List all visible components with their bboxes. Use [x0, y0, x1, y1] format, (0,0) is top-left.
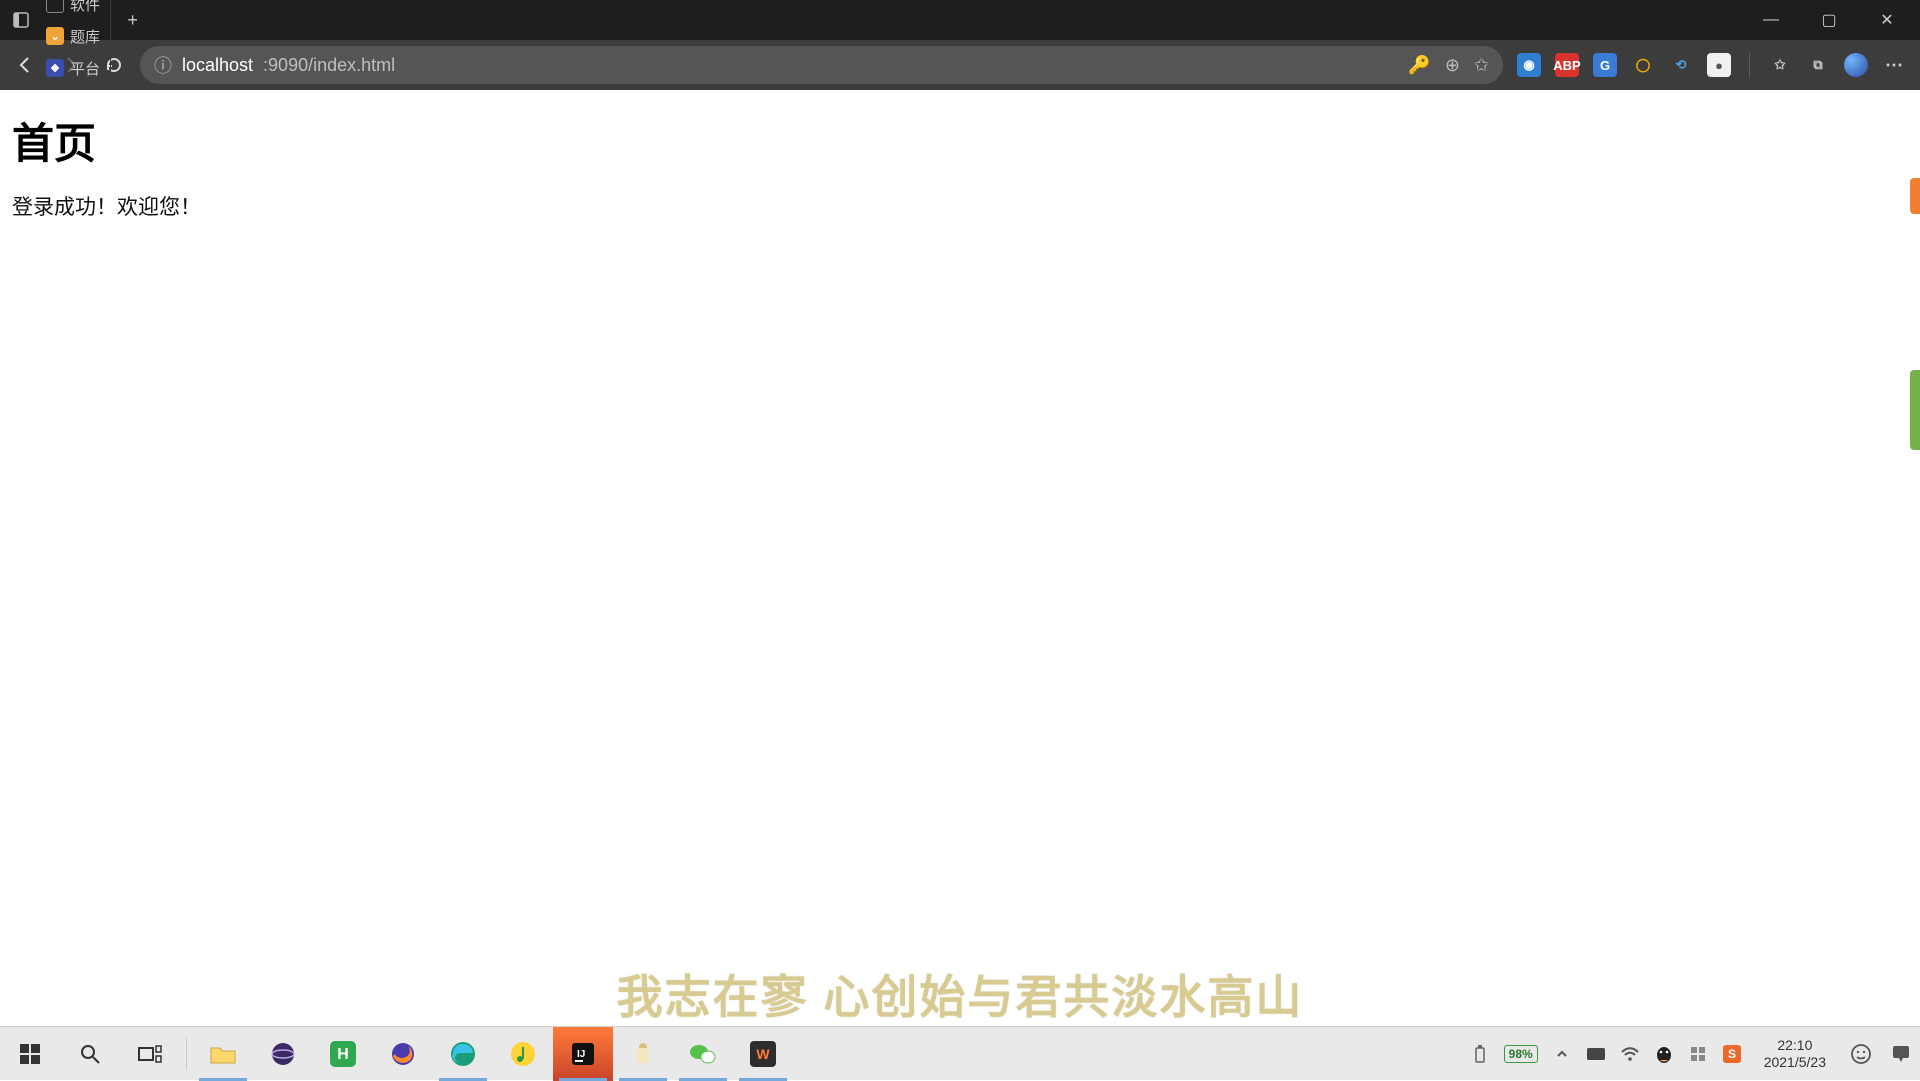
- google-translate-ext[interactable]: G: [1593, 53, 1617, 77]
- window-close-button[interactable]: ✕: [1858, 0, 1916, 40]
- taskbar-search-button[interactable]: [60, 1027, 120, 1081]
- svg-text:S: S: [1728, 1047, 1736, 1061]
- close-icon: ✕: [1880, 10, 1893, 30]
- window-maximize-button[interactable]: ▢: [1800, 0, 1858, 40]
- address-bar-actions: 🔑 ⊕ ✩: [1408, 55, 1489, 76]
- tab-favicon: ⌄: [46, 27, 64, 45]
- taskbar-app-edge[interactable]: [433, 1027, 493, 1081]
- url-host: localhost: [182, 55, 253, 76]
- music-icon: [510, 1041, 536, 1067]
- taskbar-app-file-explorer[interactable]: [193, 1027, 253, 1081]
- url-path: :9090/index.html: [263, 55, 395, 76]
- abp-ext[interactable]: ABP: [1555, 53, 1579, 77]
- tab-label: 平台: [70, 58, 100, 79]
- zoom-icon[interactable]: ⊕: [1445, 55, 1460, 76]
- wechat-icon: [689, 1042, 717, 1066]
- clock-date: 2021/5/23: [1764, 1054, 1826, 1070]
- taskbar-clock[interactable]: 22:10 2021/5/23: [1756, 1037, 1834, 1069]
- vertical-scrollbar[interactable]: [1904, 90, 1920, 1026]
- taskbar-app-wechat[interactable]: [673, 1027, 733, 1081]
- taskbar-app-intellij[interactable]: IJ: [553, 1027, 613, 1081]
- site-info-icon[interactable]: ⓘ: [154, 52, 172, 78]
- favorite-star-icon[interactable]: ✩: [1474, 55, 1489, 76]
- page-viewport: 首页 登录成功！欢迎您！ 我志在寥 心创始与君共淡水高山: [0, 90, 1920, 1023]
- taskbar-separator: [186, 1038, 187, 1070]
- task-view-button[interactable]: [120, 1027, 180, 1081]
- tray-hdd-icon[interactable]: [1586, 1044, 1606, 1064]
- taskbar-left: H IJ W: [0, 1027, 793, 1080]
- svg-text:H: H: [337, 1046, 349, 1063]
- battery-indicator[interactable]: 98%: [1504, 1045, 1538, 1063]
- taskbar-app-firefox[interactable]: [373, 1027, 433, 1081]
- eclipse-icon: [270, 1041, 296, 1067]
- arrow-left-icon: [16, 55, 36, 75]
- battery-percent: 98%: [1509, 1047, 1533, 1061]
- round-ext[interactable]: ●: [1707, 53, 1731, 77]
- tab-strip: C追梦C手把C写文▶计算⊚layu译百≣表单●10 |❖linu浙江软件⌄题库❖…: [0, 0, 1920, 40]
- svg-text:W: W: [756, 1046, 770, 1062]
- browser-tab[interactable]: ⌄ 题库: [38, 20, 111, 52]
- start-button[interactable]: [0, 1027, 60, 1081]
- search-icon: [79, 1043, 101, 1065]
- tab-favicon: [46, 0, 64, 13]
- tab-label: 题库: [70, 26, 100, 47]
- plus-icon: +: [127, 10, 138, 31]
- task-view-icon: [138, 1045, 162, 1063]
- extensions-area: ◉ ABP G ◯ ⟲ ●: [1511, 53, 1737, 77]
- app-icon: [632, 1041, 654, 1067]
- windows-icon: [19, 1043, 41, 1065]
- toolbar-separator: [1749, 52, 1750, 78]
- action-center-icon[interactable]: [1888, 1041, 1914, 1067]
- side-widget-orange[interactable]: [1910, 178, 1920, 214]
- maximize-icon: ▢: [1821, 10, 1836, 30]
- sync-ext[interactable]: ⟲: [1669, 53, 1693, 77]
- watermark-text: 我志在寥 心创始与君共淡水高山: [617, 961, 1304, 1023]
- new-tab-button[interactable]: +: [113, 10, 153, 31]
- password-key-icon[interactable]: 🔑: [1408, 55, 1430, 76]
- wifi-icon[interactable]: [1620, 1044, 1640, 1064]
- system-tray: 98% S 22:10 2021/5/23: [1470, 1027, 1920, 1080]
- taskbar-app-hbuilder[interactable]: H: [313, 1027, 373, 1081]
- browser-toolbar: ⓘ localhost :9090/index.html 🔑 ⊕ ✩ ◉ ABP G ◯…: [0, 40, 1920, 90]
- browser-right-icons: ✩ ⧉ ⋯: [1762, 53, 1912, 77]
- taskbar-app-eclipse[interactable]: [253, 1027, 313, 1081]
- tray-expand-icon[interactable]: [1552, 1044, 1572, 1064]
- taskbar-app-generic1[interactable]: [613, 1027, 673, 1081]
- taskbar-app-wps[interactable]: W: [733, 1027, 793, 1081]
- tray-qq-icon[interactable]: [1654, 1044, 1674, 1064]
- tray-s-icon[interactable]: S: [1722, 1044, 1742, 1064]
- taskbar-app-music[interactable]: [493, 1027, 553, 1081]
- tab-favicon: ❖: [46, 59, 64, 77]
- tab-actions-menu-button[interactable]: [4, 4, 38, 36]
- firefox-icon: [390, 1041, 416, 1067]
- wps-icon: W: [750, 1041, 776, 1067]
- power-icon[interactable]: [1470, 1044, 1490, 1064]
- favorites-icon[interactable]: ✩: [1768, 53, 1792, 77]
- login-success-message: 登录成功！欢迎您！: [12, 191, 1908, 221]
- clock-time: 22:10: [1764, 1037, 1826, 1053]
- blue-swirl-ext[interactable]: ◉: [1517, 53, 1541, 77]
- svg-text:IJ: IJ: [577, 1049, 585, 1060]
- ime-icon[interactable]: [1848, 1041, 1874, 1067]
- file-explorer-icon: [209, 1042, 237, 1066]
- address-bar[interactable]: ⓘ localhost :9090/index.html 🔑 ⊕ ✩: [140, 46, 1503, 84]
- chrome-ext[interactable]: ◯: [1631, 53, 1655, 77]
- minimize-icon: —: [1763, 11, 1779, 29]
- tab-label: 软件: [70, 0, 100, 15]
- tray-grid-icon[interactable]: [1688, 1044, 1708, 1064]
- page-heading: 首页: [12, 110, 1908, 171]
- profile-avatar[interactable]: [1844, 53, 1868, 77]
- hbuilder-icon: H: [330, 1041, 356, 1067]
- browser-tab[interactable]: ❖ 平台: [38, 52, 111, 84]
- window-minimize-button[interactable]: —: [1742, 0, 1800, 40]
- settings-more-icon[interactable]: ⋯: [1882, 53, 1906, 77]
- browser-chrome: C追梦C手把C写文▶计算⊚layu译百≣表单●10 |❖linu浙江软件⌄题库❖…: [0, 0, 1920, 90]
- browser-tab[interactable]: 软件: [38, 0, 111, 20]
- windows-taskbar: H IJ W 98%: [0, 1026, 1920, 1080]
- edge-icon: [450, 1041, 476, 1067]
- side-widget-green[interactable]: [1910, 370, 1920, 450]
- collections-icon[interactable]: ⧉: [1806, 53, 1830, 77]
- window-controls: — ▢ ✕: [1742, 0, 1916, 40]
- intellij-icon: IJ: [572, 1043, 594, 1065]
